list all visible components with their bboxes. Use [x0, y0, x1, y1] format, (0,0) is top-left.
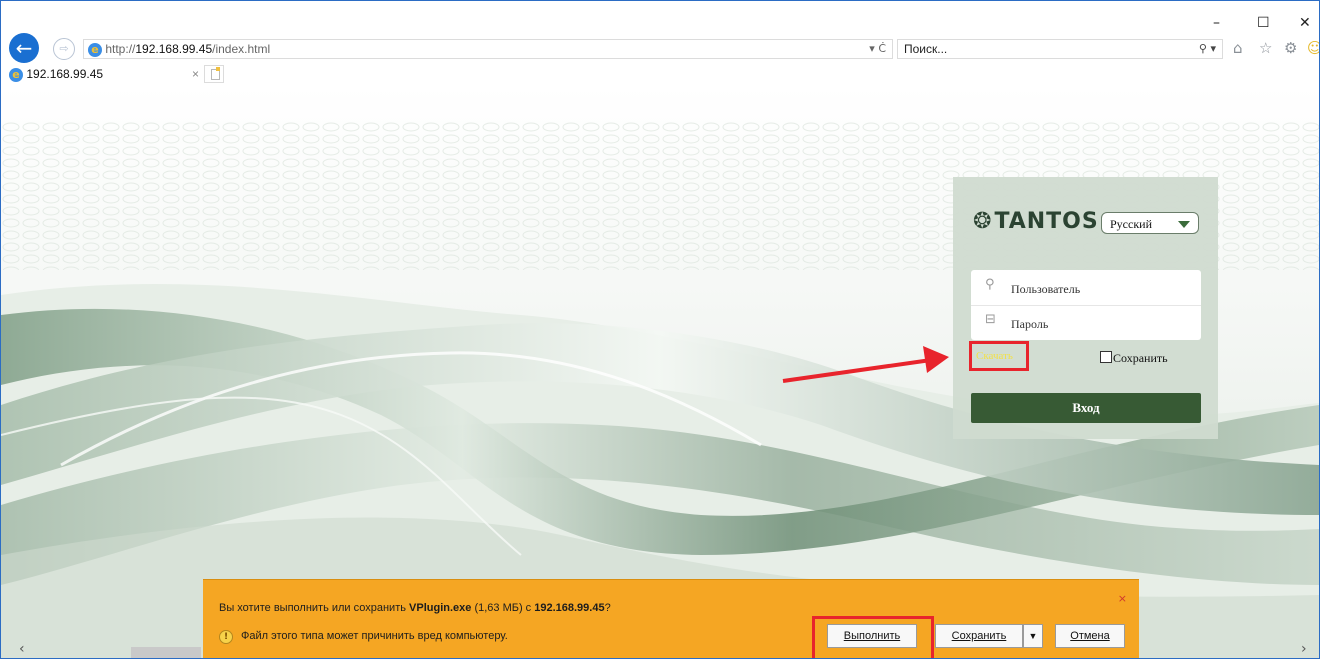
brand-name: TANTOS — [994, 209, 1099, 234]
download-question: Вы хотите выполнить или сохранить VPlugi… — [219, 602, 611, 614]
user-icon: ⚲ — [985, 277, 995, 292]
checkbox-icon — [1100, 351, 1112, 363]
download-notification-bar: Вы хотите выполнить или сохранить VPlugi… — [203, 579, 1139, 658]
minimize-button[interactable]: – — [1213, 15, 1220, 31]
language-value: Русский — [1110, 217, 1152, 231]
smiley-icon[interactable]: ☺ — [1307, 39, 1319, 57]
save-options-dropdown[interactable]: ▼ — [1023, 624, 1043, 648]
red-annotation-arrow — [782, 346, 949, 383]
page-footer-block — [131, 647, 201, 658]
page-content: ❂TANTOS Русский ⚲ Пользователь ⊟ Пароль … — [1, 85, 1319, 658]
brand-logo: ❂TANTOS — [973, 209, 1099, 234]
address-bar[interactable]: e http://192.168.99.45/index.html ▾ Ċ — [83, 39, 893, 59]
language-select[interactable]: Русский — [1101, 212, 1199, 234]
password-placeholder: Пароль — [1011, 317, 1049, 331]
tab-current[interactable]: e 192.168.99.45 × — [9, 65, 199, 83]
ie-icon: e — [9, 68, 23, 82]
browser-window: – ☐ ✕ ← ⇨ e http://192.168.99.45/index.h… — [0, 0, 1320, 659]
scroll-right-icon[interactable]: › — [1301, 641, 1307, 657]
file-name: VPlugin.exe — [409, 602, 472, 614]
remember-label: Сохранить — [1113, 351, 1168, 365]
tab-close-icon[interactable]: × — [192, 65, 199, 83]
url-host: 192.168.99.45 — [135, 42, 213, 56]
refresh-icon[interactable]: ▾ Ċ — [869, 40, 886, 58]
close-window-button[interactable]: ✕ — [1299, 15, 1311, 31]
browser-toolbar: – ☐ ✕ ← ⇨ e http://192.168.99.45/index.h… — [1, 1, 1319, 63]
cancel-button[interactable]: Отмена — [1055, 624, 1125, 648]
question-suffix: ? — [604, 602, 611, 614]
chevron-down-icon: ▼ — [1028, 631, 1038, 641]
search-icon[interactable]: ⚲ ▾ — [1199, 40, 1216, 58]
download-warning: ! Файл этого типа может причинить вред ко… — [219, 630, 508, 644]
url-prefix: http:// — [105, 42, 136, 56]
star-icon[interactable]: ☆ — [1259, 39, 1272, 57]
warning-icon: ! — [219, 630, 233, 644]
remember-checkbox[interactable]: Сохранить — [1100, 351, 1168, 366]
username-placeholder: Пользователь — [1011, 282, 1081, 296]
forward-button[interactable]: ⇨ — [53, 38, 75, 60]
download-source: 192.168.99.45 — [534, 602, 605, 614]
back-button[interactable]: ← — [9, 33, 39, 63]
tab-title: 192.168.99.45 — [26, 67, 104, 81]
save-button[interactable]: Сохранить — [935, 624, 1023, 648]
lock-icon: ⊟ — [985, 312, 996, 327]
red-highlight-box — [812, 616, 934, 658]
ie-icon: e — [88, 43, 102, 57]
password-field[interactable]: ⊟ Пароль — [971, 305, 1201, 340]
question-prefix: Вы хотите выполнить или сохранить — [219, 602, 410, 614]
login-button[interactable]: Вход — [971, 393, 1201, 423]
search-input[interactable]: Поиск... ⚲ ▾ — [897, 39, 1223, 59]
warning-text: Файл этого типа может причинить вред ком… — [241, 630, 508, 642]
new-tab-button[interactable] — [204, 65, 224, 83]
file-size: (1,63 МБ) с — [471, 602, 535, 614]
search-placeholder: Поиск... — [904, 42, 948, 56]
login-panel: ❂TANTOS Русский ⚲ Пользователь ⊟ Пароль … — [953, 177, 1218, 439]
url-path: /index.html — [212, 42, 271, 56]
download-plugin-link[interactable]: Скачать — [969, 341, 1029, 371]
credentials-form: ⚲ Пользователь ⊟ Пароль — [971, 270, 1201, 340]
maximize-button[interactable]: ☐ — [1257, 15, 1270, 31]
tantos-logo-icon: ❂ — [973, 209, 993, 234]
username-field[interactable]: ⚲ Пользователь — [971, 270, 1201, 306]
scroll-left-icon[interactable]: ‹ — [19, 641, 25, 657]
gear-icon[interactable]: ⚙ — [1284, 39, 1297, 57]
tab-strip: e 192.168.99.45 × — [1, 63, 1319, 85]
chevron-down-icon — [1178, 221, 1190, 228]
close-icon[interactable]: × — [1118, 592, 1127, 605]
home-icon[interactable]: ⌂ — [1233, 39, 1243, 57]
